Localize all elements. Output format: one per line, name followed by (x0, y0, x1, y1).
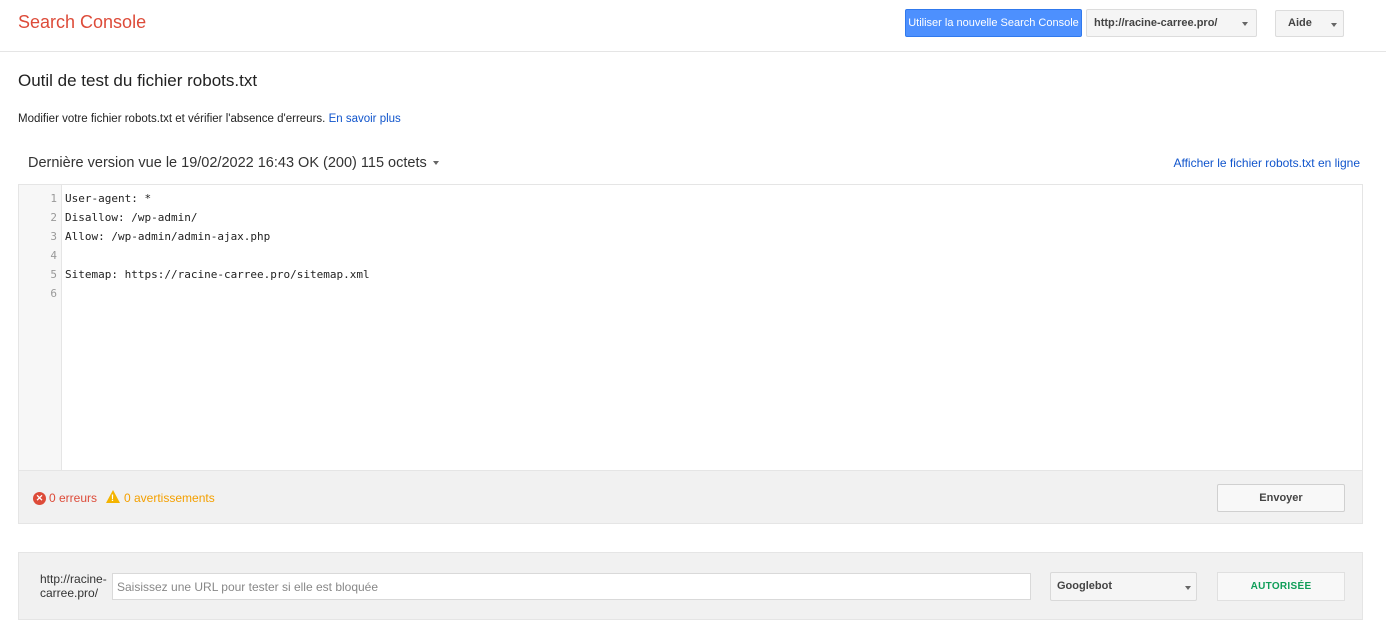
line-text[interactable]: Sitemap: https://racine-carree.pro/sitem… (65, 265, 370, 284)
chevron-down-icon (432, 161, 439, 166)
line-text[interactable]: Disallow: /wp-admin/ (65, 208, 197, 227)
line-number: 6 (50, 287, 57, 300)
line-number: 4 (50, 249, 57, 262)
line-number: 2 (50, 211, 57, 224)
warning-mark: ! (111, 493, 114, 503)
line-text[interactable]: User-agent: * (65, 189, 151, 208)
chevron-down-icon (1331, 23, 1337, 27)
brand-logo[interactable]: Search Console (18, 12, 146, 33)
url-tester: http://racine-carree.pro/ Googlebot AUTO… (18, 552, 1363, 620)
line-number: 3 (50, 230, 57, 243)
validation-status-bar: ✕ 0 erreurs ! 0 avertissements Envoyer (18, 471, 1363, 524)
test-url-input[interactable] (112, 573, 1031, 600)
line-number: 5 (50, 268, 57, 281)
intro-description: Modifier votre fichier robots.txt et vér… (18, 113, 326, 125)
page-title: Outil de test du fichier robots.txt (18, 71, 258, 90)
intro-text: Modifier votre fichier robots.txt et vér… (18, 113, 401, 125)
error-count: 0 erreurs (49, 491, 98, 505)
url-prefix: http://racine-carree.pro/ (40, 572, 107, 600)
error-icon: ✕ (33, 492, 46, 505)
warning-count: 0 avertissements (124, 491, 215, 505)
new-search-console-button[interactable]: Utiliser la nouvelle Search Console (905, 9, 1082, 37)
user-agent-label: Googlebot (1057, 580, 1112, 592)
site-selector[interactable]: http://racine-carree.pro/ (1086, 9, 1257, 37)
help-menu-label: Aide (1288, 17, 1312, 29)
chevron-down-icon (1242, 22, 1248, 26)
chevron-down-icon (1185, 586, 1191, 590)
view-live-robots-link[interactable]: Afficher le fichier robots.txt en ligne (1173, 156, 1360, 170)
user-agent-select[interactable]: Googlebot (1050, 572, 1197, 601)
test-result-button[interactable]: AUTORISÉE (1217, 572, 1345, 601)
version-selector[interactable]: Dernière version vue le 19/02/2022 16:43… (28, 155, 439, 171)
site-selector-label: http://racine-carree.pro/ (1094, 17, 1218, 29)
help-menu[interactable]: Aide (1275, 10, 1344, 37)
line-number: 1 (50, 192, 57, 205)
line-text[interactable]: Allow: /wp-admin/admin-ajax.php (65, 227, 270, 246)
version-label: Dernière version vue le 19/02/2022 16:43… (28, 155, 427, 171)
top-header: Search Console Utiliser la nouvelle Sear… (0, 0, 1386, 52)
learn-more-link[interactable]: En savoir plus (329, 113, 401, 125)
robots-editor[interactable]: 1 User-agent: * 2 Disallow: /wp-admin/ 3… (18, 184, 1363, 471)
submit-button[interactable]: Envoyer (1217, 484, 1345, 512)
